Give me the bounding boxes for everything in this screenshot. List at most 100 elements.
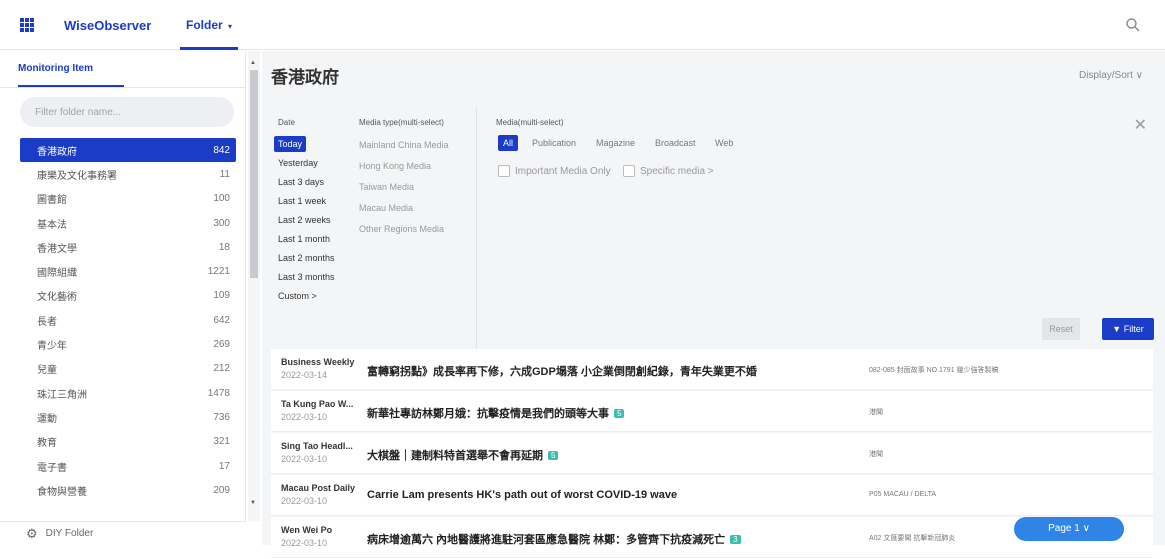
folder-item[interactable]: 青少年 269: [20, 332, 236, 356]
result-headline[interactable]: Carrie Lam presents HK's path out of wor…: [367, 489, 677, 501]
result-headline-text: 病床增逾萬六 內地醫護將進駐河套區應急醫院 林鄭：多管齊下抗疫減死亡: [367, 534, 726, 546]
folder-item-count: 269: [213, 339, 230, 351]
date-option[interactable]: Last 2 months: [274, 250, 339, 266]
list-item[interactable]: Sing Tao Headl... 2022-03-10 大棋盤｜建制料特首選舉…: [271, 433, 1153, 474]
scroll-up-arrow-icon[interactable]: ▲: [250, 60, 256, 66]
media-tab-publication[interactable]: Publication: [527, 135, 581, 151]
media-type-option[interactable]: Taiwan Media: [359, 182, 414, 192]
folder-item[interactable]: 基本法 300: [20, 211, 236, 235]
folder-item-count: 1478: [207, 387, 230, 399]
filter-button[interactable]: ▼ Filter: [1102, 318, 1154, 340]
folder-item-label: 運動: [37, 413, 57, 425]
display-sort-dropdown[interactable]: Display/Sort ∨: [1079, 70, 1143, 81]
media-tab-broadcast[interactable]: Broadcast: [650, 135, 701, 151]
result-date: 2022-03-10: [281, 496, 328, 506]
important-media-checkbox[interactable]: Important Media Only: [498, 165, 611, 177]
media-type-option[interactable]: Other Regions Media: [359, 224, 444, 234]
result-source: Business Weekly: [281, 357, 355, 367]
list-item[interactable]: Macau Post Daily 2022-03-10 Carrie Lam p…: [271, 475, 1153, 516]
important-media-label: Important Media Only: [515, 165, 611, 177]
result-headline-text: 富轉窮拐點》成長率再下修，六成GDP塌落 小企業倒閉創紀錄，青年失業更不婚: [367, 366, 757, 378]
folder-item[interactable]: 電子書 17: [20, 454, 236, 478]
tab-monitoring-item[interactable]: Monitoring Item: [18, 63, 93, 74]
result-date: 2022-03-10: [281, 538, 328, 548]
active-menu-underline: [180, 47, 238, 50]
folder-item-count: 17: [218, 460, 230, 472]
sidebar-scroll-thumb[interactable]: [250, 70, 258, 278]
diy-folder-button[interactable]: ⚙ DIY Folder: [0, 521, 246, 545]
folder-item[interactable]: 珠江三角洲 1478: [20, 381, 236, 405]
folder-item-count: 1221: [207, 266, 230, 278]
date-option-today[interactable]: Today: [274, 136, 307, 152]
result-headline[interactable]: 新華社專訪林鄭月娥：抗擊疫情是我們的頭等大事 5: [367, 405, 625, 421]
pagination-button[interactable]: Page 1 ∨: [1014, 517, 1124, 541]
apps-grid-icon[interactable]: [20, 18, 34, 32]
similar-count-badge: 5: [614, 409, 625, 418]
folder-item[interactable]: 兒童 212: [20, 357, 236, 381]
close-icon[interactable]: ✕: [1134, 115, 1147, 135]
reset-button[interactable]: Reset: [1042, 318, 1080, 340]
folder-item-count: 100: [213, 193, 230, 205]
folder-item-count: 11: [219, 168, 230, 180]
date-option[interactable]: Last 1 week: [274, 193, 330, 209]
folder-item[interactable]: 圖書館 100: [20, 187, 236, 211]
folder-menu-button[interactable]: Folder ▾: [186, 18, 232, 32]
media-tab-web[interactable]: Web: [710, 135, 738, 151]
checkbox-box: [498, 165, 510, 177]
folder-list: 香港政府 842 康樂及文化事務署 11 圖書館 100 基本法 300 香港文學 18 …: [20, 138, 236, 502]
folder-item-label: 長者: [37, 316, 57, 328]
date-option[interactable]: Yesterday: [274, 155, 322, 171]
result-meta: 港聞: [869, 409, 883, 416]
date-option[interactable]: Last 3 days: [274, 174, 328, 190]
date-option[interactable]: Last 3 months: [274, 269, 339, 285]
media-tab-all[interactable]: All: [498, 135, 519, 151]
folder-item-label: 教育: [37, 438, 57, 450]
folder-item[interactable]: 長者 642: [20, 308, 236, 332]
result-headline[interactable]: 大棋盤｜建制料特首選舉不會再延期 5: [367, 447, 559, 463]
main-content: 香港政府 Display/Sort ∨ ✕ Date Today Yesterd…: [262, 51, 1165, 558]
media-type-option[interactable]: Mainland China Media: [359, 140, 449, 150]
brand-name[interactable]: WiseObserver: [64, 18, 151, 33]
result-headline-text: Carrie Lam presents HK's path out of wor…: [367, 489, 678, 501]
gear-icon: ⚙: [26, 525, 38, 541]
folder-item[interactable]: 運動 736: [20, 405, 236, 429]
date-option-custom[interactable]: Custom >: [274, 288, 321, 304]
folder-item[interactable]: 康樂及文化事務署 11: [20, 162, 236, 186]
folder-item-count: 300: [213, 217, 230, 229]
folder-item-count: 109: [213, 290, 230, 302]
folder-item-label: 基本法: [37, 219, 67, 231]
result-headline[interactable]: 富轉窮拐點》成長率再下修，六成GDP塌落 小企業倒閉創紀錄，青年失業更不婚: [367, 363, 757, 379]
folder-item-label: 電子書: [37, 462, 67, 474]
search-icon[interactable]: [1125, 17, 1141, 33]
tab-divider: [0, 87, 246, 88]
result-headline-text: 大棋盤｜建制料特首選舉不會再延期: [367, 450, 543, 462]
result-date: 2022-03-10: [281, 412, 328, 422]
folder-item-label: 食物與營養: [37, 486, 87, 498]
folder-item[interactable]: 香港政府 842: [20, 138, 236, 163]
folder-item[interactable]: 國際組織 1221: [20, 259, 236, 283]
date-option[interactable]: Last 1 month: [274, 231, 334, 247]
filter-folder-input[interactable]: [20, 97, 234, 127]
result-date: 2022-03-14: [281, 370, 328, 380]
scroll-down-arrow-icon[interactable]: ▼: [250, 500, 256, 506]
list-item[interactable]: Ta Kung Pao W... 2022-03-10 新華社專訪林鄭月娥：抗擊…: [271, 391, 1153, 432]
result-meta: 港聞: [869, 451, 883, 458]
folder-item[interactable]: 食物與營養 209: [20, 478, 236, 502]
media-type-option[interactable]: Macau Media: [359, 203, 413, 213]
folder-item[interactable]: 教育 321: [20, 430, 236, 454]
date-option[interactable]: Last 2 weeks: [274, 212, 335, 228]
page-title: 香港政府: [271, 68, 339, 87]
folder-item-label: 康樂及文化事務署: [37, 170, 117, 182]
result-meta: A02 文匯要聞 抗擊新冠肺炎: [869, 535, 956, 542]
folder-item-count: 842: [213, 144, 230, 156]
sidebar: Monitoring Item 香港政府 842 康樂及文化事務署 11 圖書館 10…: [0, 51, 246, 545]
top-bar: WiseObserver Folder ▾: [0, 0, 1165, 50]
media-type-option[interactable]: Hong Kong Media: [359, 161, 431, 171]
specific-media-checkbox[interactable]: Specific media >: [623, 165, 714, 177]
checkbox-box: [623, 165, 635, 177]
list-item[interactable]: Business Weekly 2022-03-14 富轉窮拐點》成長率再下修，…: [271, 349, 1153, 390]
folder-item-label: 香港文學: [37, 243, 77, 255]
folder-item[interactable]: 文化藝術 109: [20, 284, 236, 308]
folder-item[interactable]: 香港文學 18: [20, 235, 236, 259]
media-tab-magazine[interactable]: Magazine: [591, 135, 640, 151]
